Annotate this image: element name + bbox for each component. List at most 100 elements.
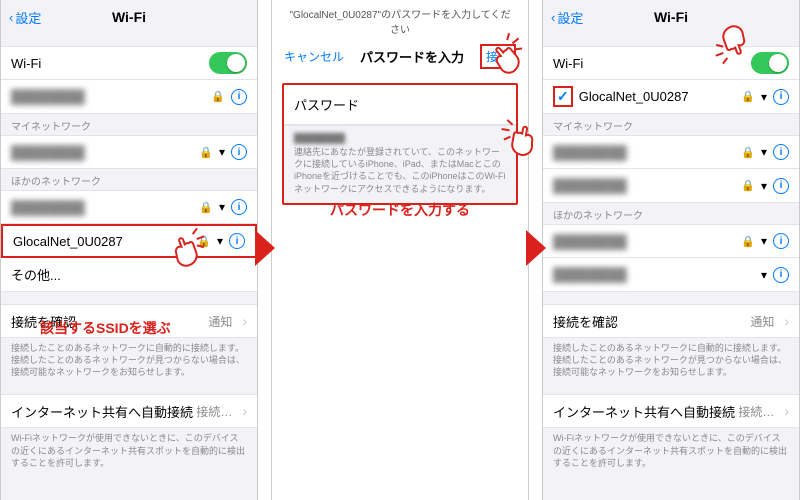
target-network-row[interactable]: GlocalNet_0U0287 🔒 ▾ i [1,224,257,258]
caption-step2: パスワードを入力する [330,200,470,220]
wifi-label: Wi-Fi [11,56,209,71]
password-label: パスワード [294,98,359,113]
lock-icon: 🔒 [741,90,755,103]
arrow-right-icon [526,230,546,266]
modal-title: パスワードを入力 [360,47,464,66]
chevron-right-icon: › [784,313,789,329]
hint-blur: ████████ [294,132,506,144]
other-label: その他... [11,265,247,284]
lock-icon: 🔒 [199,201,213,214]
wifi-toggle[interactable] [751,52,789,74]
hotspot-row[interactable]: インターネット共有へ自動接続 接続… › [1,394,257,428]
ask-to-join-row[interactable]: 接続を確認 通知 › [543,304,799,338]
network-row[interactable]: ████████ ▾ i [543,258,799,292]
section-my-networks: マイネットワーク [543,114,799,135]
hotspot-desc: Wi-Fiネットワークが使用できないときに、このデバイスの近くにあるインターネッ… [1,428,257,472]
info-icon[interactable]: i [231,144,247,160]
password-field[interactable]: パスワード [284,85,516,125]
back-button[interactable]: ‹ 設定 [551,8,583,27]
phone-screen-1: ‹ 設定 Wi-Fi Wi-Fi ████████ 🔒 i マイネットワーク █… [0,0,258,500]
join-button[interactable]: 接続 [480,44,516,69]
network-row[interactable]: ████████ 🔒 ▾ i [543,169,799,203]
phone-screen-2: "GlocalNet_0U0287"のパスワードを入力してください キャンセル … [271,0,529,500]
wifi-toggle-row[interactable]: Wi-Fi [543,46,799,80]
connected-network-row[interactable]: ✓ GlocalNet_0U0287 🔒 ▾ i [543,80,799,114]
section-other-networks: ほかのネットワーク [543,203,799,224]
network-row[interactable]: ████████ 🔒 ▾ i [1,135,257,169]
chevron-left-icon: ‹ [551,10,555,25]
wifi-toggle-row[interactable]: Wi-Fi [1,46,257,80]
network-row[interactable]: ████████ 🔒 ▾ i [1,190,257,224]
ask-to-join-desc: 接続したことのあるネットワークに自動的に接続します。接続したことのあるネットワー… [543,338,799,382]
cancel-button[interactable]: キャンセル [284,48,344,65]
hotspot-desc: Wi-Fiネットワークが使用できないときに、このデバイスの近くにあるインターネッ… [543,428,799,472]
info-icon[interactable]: i [773,233,789,249]
ssid-label: ████████ [11,145,199,160]
ssid-label: ████████ [553,267,761,282]
navbar: ‹ 設定 Wi-Fi [543,0,799,34]
wifi-icon: ▾ [761,90,767,104]
chevron-right-icon: › [242,403,247,419]
info-icon[interactable]: i [773,178,789,194]
ask-to-join-value: 通知 [750,313,774,330]
prompt-suffix: "のパスワードを入力してください [378,10,511,36]
lock-icon: 🔒 [741,235,755,248]
back-button[interactable]: ‹ 設定 [9,8,41,27]
lock-icon: 🔒 [199,146,213,159]
section-other-networks: ほかのネットワーク [1,169,257,190]
target-ssid-label: GlocalNet_0U0287 [13,234,197,249]
wifi-icon: ▾ [761,268,767,282]
info-icon[interactable]: i [231,89,247,105]
ssid-label: ████████ [553,145,741,160]
password-hint: ████████ 連絡先にあなたが登録されていて、このネットワークに接続している… [284,125,516,203]
wifi-icon: ▾ [761,234,767,248]
wifi-toggle[interactable] [209,52,247,74]
info-icon[interactable]: i [773,144,789,160]
chevron-right-icon: › [784,403,789,419]
lock-icon: 🔒 [741,179,755,192]
network-row[interactable]: ████████ 🔒 ▾ i [543,224,799,258]
password-box: パスワード ████████ 連絡先にあなたが登録されていて、このネットワークに… [282,83,518,205]
lock-icon: 🔒 [211,90,225,103]
back-label: 設定 [15,8,41,27]
wifi-icon: ▾ [219,200,225,214]
checkmark-icon: ✓ [553,86,573,107]
other-network-row[interactable]: その他... [1,258,257,292]
wifi-icon: ▾ [219,145,225,159]
prompt-ssid: GlocalNet_0U0287 [293,10,378,21]
wifi-icon: ▾ [217,234,223,248]
connected-ssid: GlocalNet_0U0287 [579,89,742,104]
hotspot-row[interactable]: インターネット共有へ自動接続 接続… › [543,394,799,428]
info-icon[interactable]: i [229,233,245,249]
network-row[interactable]: ████████ 🔒 ▾ i [543,135,799,169]
navbar: ‹ 設定 Wi-Fi [1,0,257,34]
lock-icon: 🔒 [741,146,755,159]
ask-to-join-value: 通知 [208,313,232,330]
ssid-label: ████████ [553,234,741,249]
hotspot-label: インターネット共有へ自動接続 [553,402,738,421]
info-icon[interactable]: i [773,89,789,105]
info-icon[interactable]: i [231,199,247,215]
modal-prompt: "GlocalNet_0U0287"のパスワードを入力してください [272,0,528,40]
chevron-right-icon: › [242,313,247,329]
wifi-label: Wi-Fi [553,56,751,71]
lock-icon: 🔒 [197,235,211,248]
current-network-row[interactable]: ████████ 🔒 i [1,80,257,114]
wifi-icon: ▾ [761,179,767,193]
caption-step1: 該当するSSIDを選ぶ [40,318,171,338]
ssid-label: ████████ [11,200,199,215]
current-ssid: ████████ [11,89,211,104]
section-my-networks: マイネットワーク [1,114,257,135]
hint-text: 連絡先にあなたが登録されていて、このネットワークに接続しているiPhone、iP… [294,147,506,193]
back-label: 設定 [557,8,583,27]
hotspot-value: 接続… [738,403,774,420]
wifi-icon: ▾ [761,145,767,159]
phone-screen-3: ‹ 設定 Wi-Fi Wi-Fi ✓ GlocalNet_0U0287 🔒 ▾ … [542,0,800,500]
ask-to-join-label: 接続を確認 [553,312,750,331]
chevron-left-icon: ‹ [9,10,13,25]
modal-toolbar: キャンセル パスワードを入力 接続 [272,40,528,77]
arrow-right-icon [255,230,275,266]
ssid-label: ████████ [553,178,741,193]
info-icon[interactable]: i [773,267,789,283]
hotspot-value: 接続… [196,403,232,420]
